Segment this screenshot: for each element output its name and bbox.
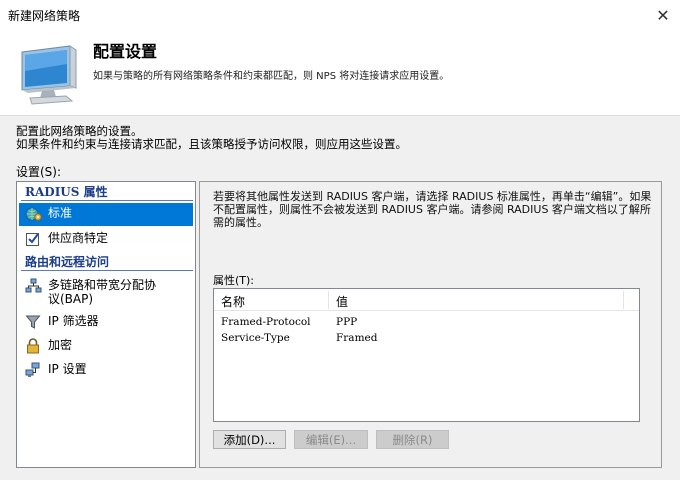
list-header: 名称 值 xyxy=(214,289,639,311)
column-header-value[interactable]: 值 xyxy=(336,293,348,310)
detail-description: 若要将其他属性发送到 RADIUS 客户端，请选择 RADIUS 标准属性，再单… xyxy=(213,190,652,229)
sidebar-item-label: 多链路和带宽分配协 xyxy=(48,278,157,292)
globe-gear-icon xyxy=(24,206,42,222)
sidebar-item-label: 供应商特定 xyxy=(48,231,109,245)
table-row[interactable]: Framed-Protocol PPP xyxy=(214,315,639,331)
sidebar-item-standard[interactable]: 标准 xyxy=(19,203,193,226)
window-title: 新建网络策略 xyxy=(8,9,81,23)
sidebar-item-label: IP 筛选器 xyxy=(48,314,99,328)
attributes-label: 属性(T): xyxy=(213,274,255,287)
computers-icon xyxy=(24,362,42,378)
title-bar: 新建网络策略 ✕ xyxy=(0,0,680,30)
intro-text: 配置此网络策略的设置。 如果条件和约束与连接请求匹配，且该策略授予访问权限，则应… xyxy=(16,125,407,151)
column-divider[interactable] xyxy=(328,291,329,309)
add-button[interactable]: 添加(D)... xyxy=(213,430,286,449)
page-description: 如果与策略的所有网络策略条件和约束都匹配，则 NPS 将对连接请求应用设置。 xyxy=(93,71,450,82)
attribute-value: Framed xyxy=(336,332,378,344)
detail-panel: 若要将其他属性发送到 RADIUS 客户端，请选择 RADIUS 标准属性，再单… xyxy=(199,181,662,468)
monitor-icon xyxy=(21,45,77,105)
checkbox-icon xyxy=(24,231,42,247)
group-label: 路由和远程访问 xyxy=(25,255,110,269)
attribute-name: Framed-Protocol xyxy=(221,316,311,328)
sidebar-item-label: 加密 xyxy=(48,338,73,352)
group-label: RADIUS 属性 xyxy=(25,185,108,199)
funnel-icon xyxy=(24,314,42,330)
sidebar-item-label: IP 设置 xyxy=(48,362,87,376)
sidebar-item-ip-filters[interactable]: IP 筛选器 xyxy=(19,311,193,334)
close-icon[interactable]: ✕ xyxy=(646,0,680,30)
intro-line-2: 如果条件和约束与连接请求匹配，且该策略授予访问权限，则应用这些设置。 xyxy=(16,137,407,151)
edit-button[interactable]: 编辑(E)... xyxy=(294,430,368,449)
sidebar-item-label-continued: 议(BAP) xyxy=(48,292,94,306)
sidebar-item-vendor-specific[interactable]: 供应商特定 xyxy=(19,228,193,251)
group-radius-attributes: RADIUS 属性 xyxy=(19,184,193,201)
column-header-name[interactable]: 名称 xyxy=(221,293,245,310)
wizard-header: 配置设置 如果与策略的所有网络策略条件和约束都匹配，则 NPS 将对连接请求应用… xyxy=(0,30,680,116)
attributes-list[interactable]: 名称 值 Framed-Protocol PPP Service-Type Fr… xyxy=(213,288,640,422)
group-divider xyxy=(21,200,193,201)
sidebar-item-ip-settings[interactable]: IP 设置 xyxy=(19,359,193,382)
column-divider[interactable] xyxy=(623,291,624,309)
attribute-name: Service-Type xyxy=(221,332,290,344)
sidebar-item-label: 标准 xyxy=(48,206,73,220)
group-routing-remote-access: 路由和远程访问 xyxy=(19,254,193,271)
remove-button[interactable]: 删除(R) xyxy=(376,430,449,449)
network-icon xyxy=(24,278,42,294)
page-title: 配置设置 xyxy=(93,42,158,61)
group-divider xyxy=(21,270,193,271)
settings-tree[interactable]: RADIUS 属性 标准 供应商特定 路由和远程访问 多链路和带宽分配协 议(B… xyxy=(16,181,196,468)
table-row[interactable]: Service-Type Framed xyxy=(214,331,639,347)
sidebar-item-multilink-bap[interactable]: 多链路和带宽分配协 议(BAP) xyxy=(19,275,193,307)
lock-icon xyxy=(24,338,42,354)
sidebar-item-encryption[interactable]: 加密 xyxy=(19,335,193,358)
attribute-value: PPP xyxy=(336,316,358,328)
settings-label: 设置(S): xyxy=(16,165,62,179)
